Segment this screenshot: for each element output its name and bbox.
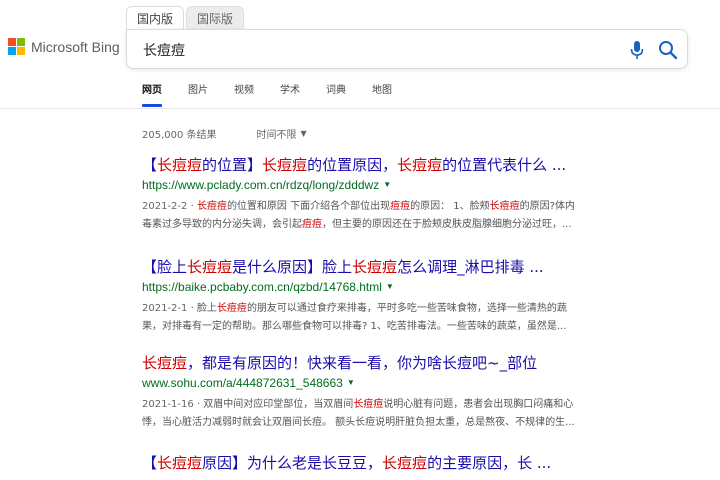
search-box (126, 29, 688, 69)
header-divider (0, 108, 720, 109)
caret-down-icon[interactable]: ▼ (347, 374, 355, 392)
logo-square-green (17, 38, 25, 46)
nav-images[interactable]: 图片 (188, 84, 208, 108)
result-title-link[interactable]: 【长痘痘的位置】长痘痘的位置原因，长痘痘的位置代表什么 ... (142, 154, 682, 176)
result-snippet: 2021-1-16 · 双眉中间对应印堂部位，当双眉间长痘痘说明心脏有问题，患者… (142, 399, 575, 428)
logo-text: Microsoft Bing (31, 38, 120, 55)
logo-square-red (8, 38, 16, 46)
nav-maps[interactable]: 地图 (372, 84, 392, 108)
nav-dictionary[interactable]: 词典 (326, 84, 346, 108)
search-result: 【脸上长痘痘是什么原因】脸上长痘痘怎么调理_淋巴排毒 ... https://b… (142, 256, 682, 336)
caret-down-icon[interactable]: ▼ (383, 176, 391, 194)
search-input[interactable] (143, 40, 603, 60)
microsoft-logo-icon (8, 38, 25, 55)
result-date: 2021-2-1 (142, 303, 188, 314)
search-icon[interactable] (657, 39, 679, 61)
result-title-link[interactable]: 【长痘痘原因】为什么老是长豆豆，长痘痘的主要原因，长 ... (142, 452, 682, 474)
result-url[interactable]: www.sohu.com/a/444872631_548663 ▼ (142, 374, 682, 392)
result-title-link[interactable]: 【脸上长痘痘是什么原因】脸上长痘痘怎么调理_淋巴排毒 ... (142, 256, 682, 278)
caret-down-icon[interactable]: ▼ (386, 278, 394, 296)
mic-icon[interactable] (629, 40, 645, 60)
result-count: 205,000 条结果 (142, 130, 217, 141)
vertical-nav: 网页 图片 视频 学术 词典 地图 (142, 84, 418, 108)
scope-tab-domestic[interactable]: 国内版 (126, 6, 185, 30)
logo-square-yellow (17, 47, 25, 55)
time-filter-label: 时间不限 (256, 130, 297, 141)
result-date: 2021-1-16 (142, 399, 194, 410)
logo-square-blue (8, 47, 16, 55)
results-meta: 205,000 条结果 时间不限 ▼ (142, 126, 307, 141)
bing-logo[interactable]: Microsoft Bing (8, 38, 120, 55)
scope-tabs: 国内版 国际版 (126, 6, 246, 30)
result-date: 2021-2-2 (142, 201, 188, 212)
scope-tab-international[interactable]: 国际版 (186, 6, 245, 30)
result-url[interactable]: https://www.pclady.com.cn/rdzq/long/zddd… (142, 176, 682, 194)
result-url[interactable]: https://baike.pcbaby.com.cn/qzbd/14768.h… (142, 278, 682, 296)
caret-down-icon: ▼ (300, 129, 307, 138)
time-filter-dropdown[interactable]: 时间不限 ▼ (257, 126, 307, 141)
result-title-link[interactable]: 长痘痘，都是有原因的！快来看一看，你为啥长痘吧~_部位 (142, 352, 682, 374)
result-snippet: 2021-2-1 · 脸上长痘痘的朋友可以通过食疗来排毒，平时多吃一些苦味食物，… (142, 303, 567, 332)
search-result: 【长痘痘原因】为什么老是长豆豆，长痘痘的主要原因，长 ... (142, 452, 682, 474)
nav-videos[interactable]: 视频 (234, 84, 254, 108)
search-result: 【长痘痘的位置】长痘痘的位置原因，长痘痘的位置代表什么 ... https://… (142, 154, 682, 234)
nav-academic[interactable]: 学术 (280, 84, 300, 108)
nav-web[interactable]: 网页 (142, 84, 162, 108)
result-snippet: 2021-2-2 · 长痘痘的位置和原因 下面介绍各个部位出现痘痘的原因： 1、… (142, 201, 575, 230)
search-result: 长痘痘，都是有原因的！快来看一看，你为啥长痘吧~_部位 www.sohu.com… (142, 352, 682, 432)
